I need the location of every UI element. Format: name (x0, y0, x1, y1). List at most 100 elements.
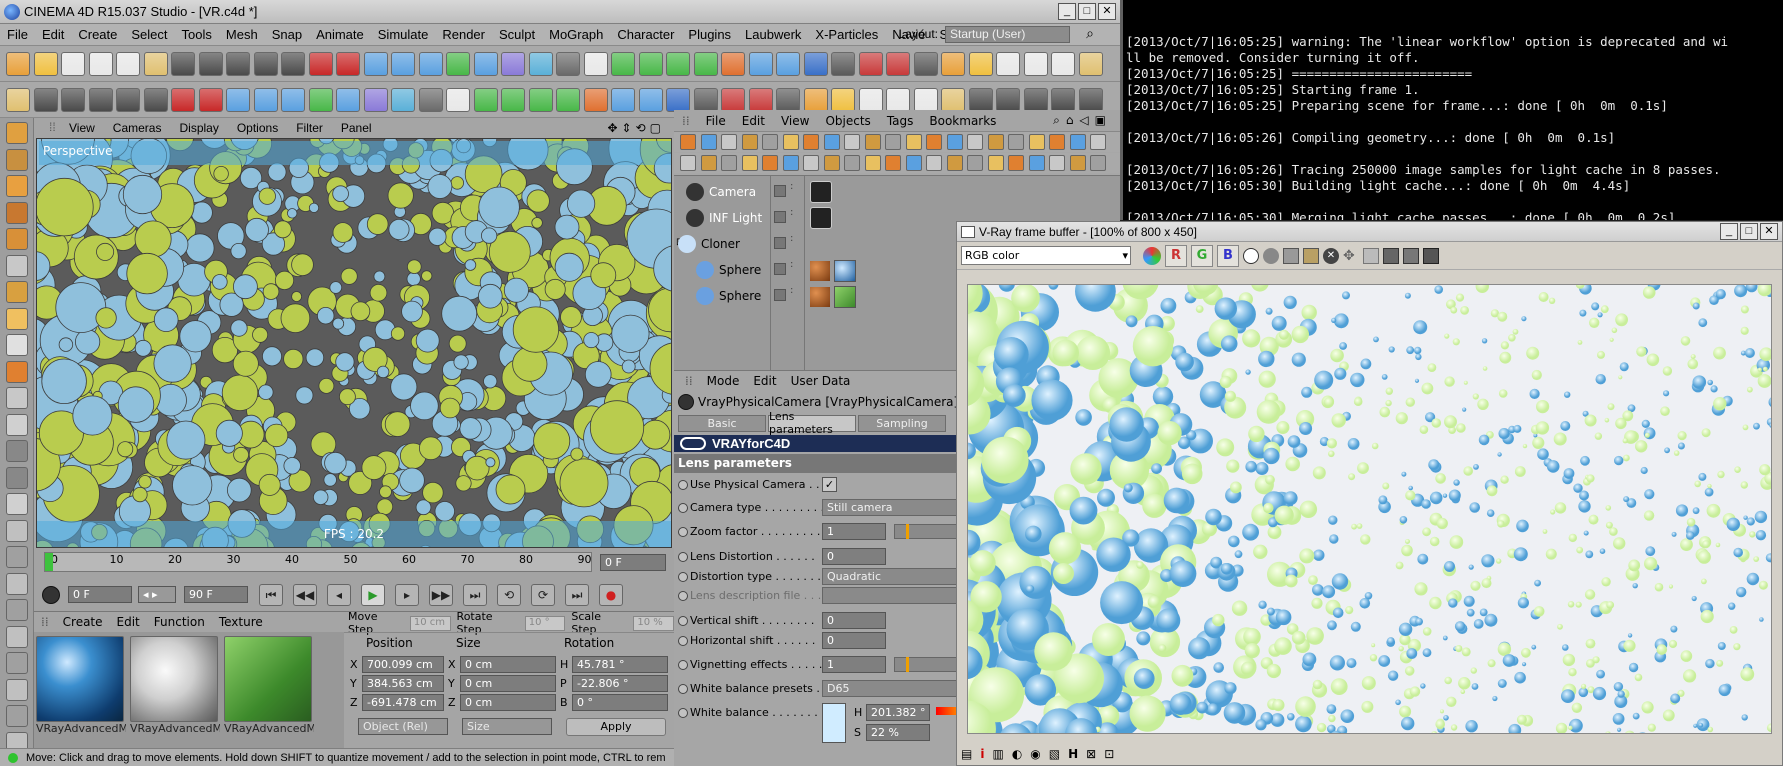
mode-tool-icon[interactable] (6, 307, 28, 330)
toolbar-tool-icon[interactable] (528, 52, 553, 76)
toolbar-tool-icon[interactable] (501, 88, 525, 112)
toolbar-tool-icon[interactable] (1078, 52, 1103, 76)
toolbar-tool-icon[interactable] (1023, 52, 1048, 76)
layer-icon[interactable] (774, 237, 786, 249)
toolbar-tool-icon[interactable] (638, 52, 663, 76)
playhead[interactable] (45, 553, 53, 571)
rendered-image[interactable] (967, 284, 1772, 734)
toolbar-tool-icon[interactable] (831, 88, 855, 112)
toolbar-tool-icon[interactable] (253, 52, 278, 76)
toolbar-tool-icon[interactable] (33, 52, 58, 76)
position-field[interactable]: 384.563 cm (362, 675, 444, 692)
slider-handle[interactable] (906, 657, 909, 672)
mode-tool-icon[interactable] (6, 281, 28, 303)
position-field[interactable]: 700.099 cm (362, 656, 444, 673)
toolbar-tool-icon[interactable] (116, 52, 140, 76)
toolbar-tool-icon[interactable] (473, 52, 498, 76)
step-field[interactable]: 10 % (633, 615, 675, 631)
toolbar-tool-icon[interactable] (583, 52, 608, 76)
mode-tool-icon[interactable] (6, 599, 28, 621)
toolbar-tool-icon[interactable] (6, 52, 30, 76)
start-frame-field[interactable]: 0 F (68, 586, 132, 603)
toolbar-tool-icon[interactable] (88, 52, 113, 76)
toolbar-tool-icon[interactable] (996, 52, 1020, 76)
toolbar-tool-icon[interactable] (886, 52, 910, 76)
object-tool-icon[interactable] (885, 134, 901, 150)
object-tool-icon[interactable] (946, 134, 963, 150)
white-balance-swatch[interactable] (822, 703, 846, 743)
toolbar-tool-icon[interactable] (143, 52, 168, 76)
object-tool-icon[interactable] (885, 155, 901, 171)
toolbar-tool-icon[interactable] (666, 88, 690, 112)
visibility-dots-icon[interactable]: : (790, 234, 793, 244)
visibility-dots-icon[interactable]: : (790, 260, 793, 270)
param-animate-radio[interactable] (678, 572, 688, 582)
transport-button[interactable]: ⟲ (497, 584, 521, 606)
toolbar-tool-icon[interactable] (556, 88, 580, 112)
toolbar-tool-icon[interactable] (61, 88, 85, 112)
rotation-field[interactable]: -22.806 ° (572, 675, 668, 692)
compare-icon[interactable]: ⊠ (1086, 747, 1096, 761)
param-animate-radio[interactable] (678, 552, 688, 562)
mode-tool-icon[interactable] (6, 546, 28, 568)
object-tool-icon[interactable] (700, 134, 717, 150)
object-tool-icon[interactable] (782, 134, 799, 150)
toolbar-tool-icon[interactable] (226, 52, 250, 76)
stats-icon[interactable]: ▤ (961, 747, 972, 761)
param-animate-radio[interactable] (678, 660, 688, 670)
mode-tool-icon[interactable] (6, 440, 28, 462)
object-tool-icon[interactable] (680, 155, 696, 171)
object-menu-view[interactable]: View (773, 114, 817, 128)
object-tool-icon[interactable] (762, 155, 778, 171)
menu-select[interactable]: Select (124, 27, 174, 42)
param-value-field[interactable]: 0 (822, 612, 886, 629)
mode-tool-icon[interactable] (6, 201, 28, 224)
save-image-icon[interactable] (1283, 247, 1299, 264)
position-field[interactable]: -691.478 cm (362, 694, 444, 711)
material-thumbnail[interactable] (224, 636, 312, 722)
toolbar-tool-icon[interactable] (693, 52, 718, 76)
toolbar-tool-icon[interactable] (968, 52, 993, 76)
toolbar-tool-icon[interactable] (611, 88, 635, 112)
object-menu-tags[interactable]: Tags (879, 114, 922, 128)
toolbar-tool-icon[interactable] (858, 52, 883, 76)
transport-button[interactable]: ▸ (395, 584, 419, 606)
toolbar-tool-icon[interactable] (941, 52, 965, 76)
object-tool-icon[interactable] (823, 155, 840, 171)
texture-tag-icon[interactable] (810, 261, 830, 281)
menu-x-particles[interactable]: X-Particles (808, 27, 885, 42)
blue-channel-button[interactable]: B (1217, 244, 1239, 267)
size-field[interactable]: 0 cm (460, 656, 556, 673)
toolbar-tool-icon[interactable] (913, 88, 938, 112)
info-icon[interactable]: i (980, 747, 984, 761)
mode-tool-icon[interactable] (6, 678, 28, 701)
param-value-field[interactable]: 0 (822, 548, 886, 565)
slider-handle[interactable] (906, 524, 909, 539)
param-animate-radio[interactable] (678, 591, 688, 601)
frame-step-field[interactable]: ◂ ▸ (138, 586, 176, 603)
lut-icon[interactable]: ▧ (1049, 747, 1060, 761)
layer-icon[interactable] (774, 263, 786, 275)
object-tool-icon[interactable] (803, 134, 819, 150)
toolbar-tool-icon[interactable] (803, 52, 828, 76)
apply-button[interactable]: Apply (566, 718, 666, 736)
menu-mesh[interactable]: Mesh (219, 27, 265, 42)
mode-tool-icon[interactable] (6, 652, 28, 674)
menu-simulate[interactable]: Simulate (371, 27, 436, 42)
history-icon[interactable] (1403, 247, 1419, 264)
menu-character[interactable]: Character (610, 27, 681, 42)
toolbar-tool-icon[interactable] (88, 88, 113, 112)
toolbar-tool-icon[interactable] (171, 88, 195, 112)
layer-icon[interactable] (774, 211, 786, 223)
tab-basic[interactable]: Basic (678, 414, 766, 432)
toolbar-tool-icon[interactable] (473, 88, 498, 112)
material-menu-texture[interactable]: Texture (212, 615, 270, 629)
mode-tool-icon[interactable] (6, 175, 28, 197)
toolbar-tool-icon[interactable] (1023, 88, 1048, 112)
viewport-menu-view[interactable]: View (60, 121, 104, 135)
toolbar-tool-icon[interactable] (941, 88, 965, 112)
mode-tool-icon[interactable] (6, 360, 28, 383)
toolbar-tool-icon[interactable] (858, 88, 883, 112)
mode-tool-icon[interactable] (6, 387, 28, 409)
toolbar-tool-icon[interactable] (831, 52, 855, 76)
